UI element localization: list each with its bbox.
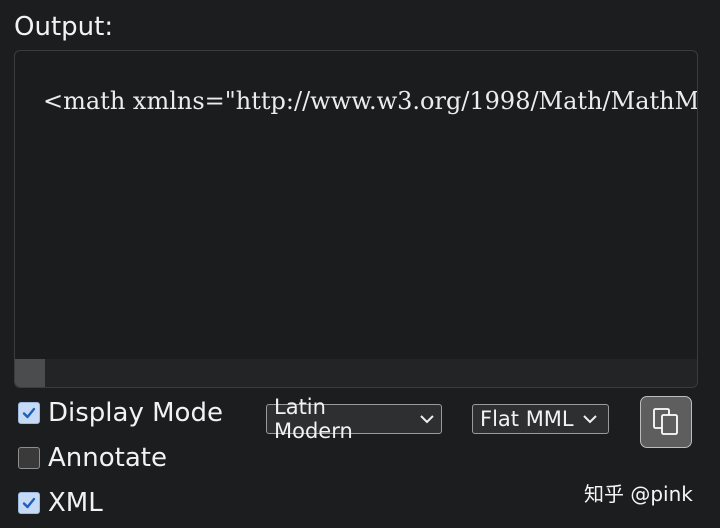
annotate-option[interactable]: Annotate: [18, 441, 167, 475]
copy-button[interactable]: [640, 396, 692, 448]
xml-checkbox[interactable]: [18, 492, 40, 514]
output-heading: Output:: [14, 12, 114, 42]
display-mode-checkbox[interactable]: [18, 402, 40, 424]
copy-icon: [653, 408, 678, 435]
output-content[interactable]: <math xmlns="http://www.w3.org/1998/Math…: [43, 87, 697, 115]
font-select[interactable]: Latin Modern: [266, 395, 442, 443]
checkmark-icon: [22, 497, 36, 509]
display-mode-option[interactable]: Display Mode: [18, 396, 223, 430]
horizontal-scrollbar[interactable]: [15, 359, 697, 387]
display-mode-label[interactable]: Display Mode: [48, 398, 223, 428]
annotate-checkbox[interactable]: [18, 447, 40, 469]
watermark: 知乎 @pink: [584, 482, 693, 506]
xml-option[interactable]: XML: [18, 486, 103, 520]
chevron-down-icon: [582, 415, 597, 424]
annotate-label[interactable]: Annotate: [48, 443, 167, 473]
xml-label[interactable]: XML: [48, 488, 103, 518]
checkmark-icon: [22, 407, 36, 419]
scrollbar-thumb[interactable]: [15, 359, 45, 387]
chevron-down-icon: [420, 415, 434, 424]
format-select-value: Flat MML: [480, 407, 574, 431]
output-textarea[interactable]: <math xmlns="http://www.w3.org/1998/Math…: [14, 50, 698, 388]
mathml-output-panel: Output: <math xmlns="http://www.w3.org/1…: [0, 0, 720, 528]
font-select-value: Latin Modern: [274, 395, 353, 443]
format-select[interactable]: Flat MML: [472, 404, 609, 434]
